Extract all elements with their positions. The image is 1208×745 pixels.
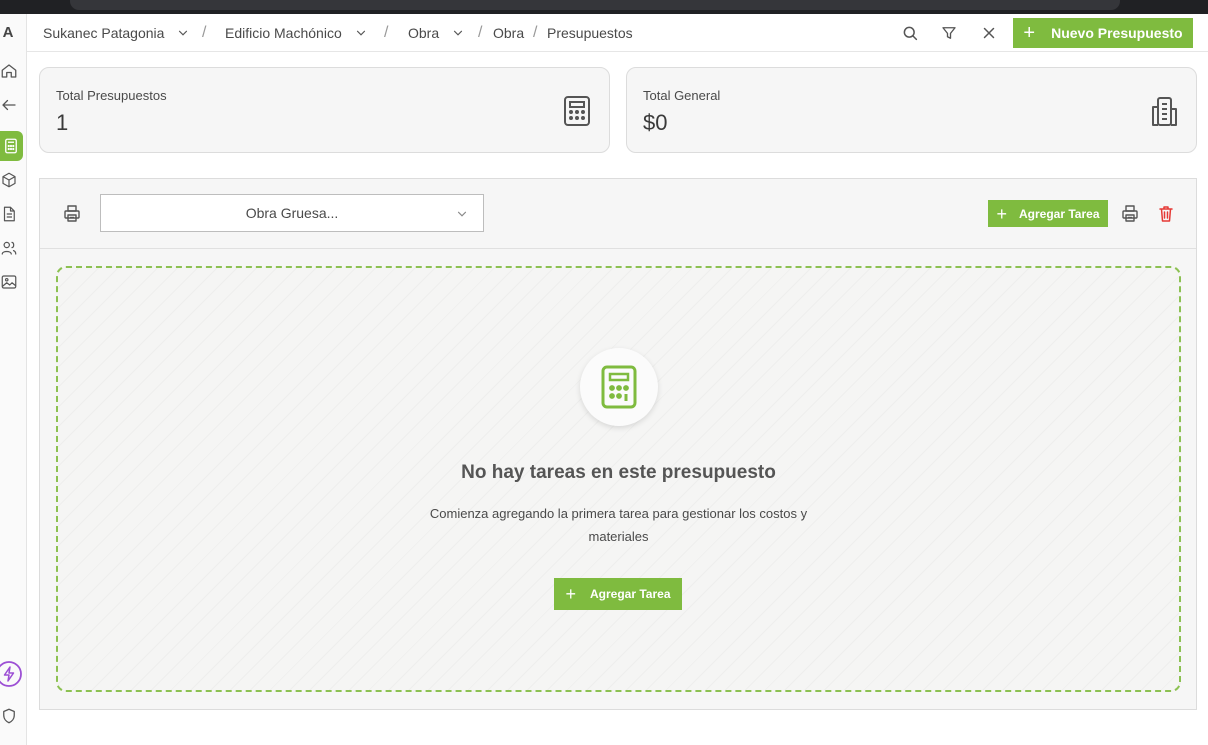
breadcrumb-company-label: Sukanec Patagonia	[43, 25, 165, 41]
sidebar: A	[0, 14, 27, 745]
app-logo[interactable]: A	[0, 24, 16, 41]
plus-icon: +	[1023, 22, 1036, 44]
chevron-down-icon	[457, 211, 467, 217]
add-task-label: Agregar Tarea	[1019, 206, 1100, 221]
lightning-icon[interactable]	[0, 659, 24, 689]
budget-select-value: Obra Gruesa...	[245, 205, 339, 221]
image-icon[interactable]	[0, 269, 22, 295]
print-icon[interactable]	[1122, 205, 1138, 222]
breadcrumb-project-label: Obra	[408, 25, 440, 41]
total-general-card: Total General $0	[626, 67, 1197, 153]
total-general-value: $0	[643, 110, 668, 135]
calculator-icon	[564, 96, 590, 126]
add-task-button[interactable]: + Agregar Tarea	[988, 200, 1108, 227]
trash-icon[interactable]	[1158, 205, 1174, 222]
top-header: Sukanec Patagonia / Edificio Machónico /…	[27, 14, 1208, 52]
home-icon[interactable]	[0, 58, 22, 84]
calculator-icon[interactable]	[0, 131, 23, 161]
chevron-down-icon	[454, 30, 463, 36]
browser-chrome	[0, 0, 1208, 14]
building-icon	[1152, 97, 1177, 126]
breadcrumb-separator: /	[202, 24, 207, 41]
new-budget-button[interactable]: + Nuevo Presupuesto	[1013, 18, 1193, 48]
plus-icon: +	[565, 584, 577, 604]
users-icon[interactable]	[0, 235, 22, 261]
empty-state-add-task-button[interactable]: + Agregar Tarea	[554, 578, 682, 610]
budget-toolbar: Obra Gruesa... + Agregar Tarea	[40, 179, 1196, 249]
breadcrumb-separator: /	[384, 24, 389, 41]
breadcrumb-company[interactable]: Sukanec Patagonia	[43, 14, 190, 52]
calculator-icon	[601, 365, 637, 409]
plus-icon: +	[996, 203, 1008, 224]
breadcrumb-building[interactable]: Edificio Machónico	[225, 14, 368, 52]
new-budget-label: Nuevo Presupuesto	[1051, 25, 1183, 41]
document-icon[interactable]	[0, 201, 22, 227]
shield-icon[interactable]	[0, 703, 22, 729]
total-budgets-card: Total Presupuestos 1	[39, 67, 610, 153]
filter-icon[interactable]	[940, 24, 958, 42]
budget-select[interactable]: Obra Gruesa...	[100, 194, 484, 232]
empty-state: No hay tareas en este presupuesto Comien…	[56, 266, 1181, 692]
total-budgets-value: 1	[56, 110, 69, 135]
breadcrumb-section[interactable]: Obra	[493, 14, 524, 52]
print-icon[interactable]	[64, 205, 80, 222]
box-icon[interactable]	[0, 167, 22, 193]
budget-panel: Obra Gruesa... + Agregar Tarea No hay ta…	[39, 178, 1197, 710]
back-arrow-icon[interactable]	[0, 92, 22, 118]
breadcrumb-page: Presupuestos	[547, 25, 633, 41]
total-budgets-label: Total Presupuestos	[56, 88, 167, 103]
chevron-down-icon	[356, 30, 365, 36]
empty-state-description: Comienza agregando la primera tarea para…	[429, 506, 808, 544]
empty-state-add-task-label: Agregar Tarea	[590, 587, 671, 601]
breadcrumb-project[interactable]: Obra	[408, 14, 465, 52]
breadcrumb-separator: /	[533, 24, 538, 41]
address-bar[interactable]	[70, 0, 1120, 10]
chevron-down-icon	[179, 30, 188, 36]
breadcrumb-separator: /	[478, 24, 483, 41]
total-general-label: Total General	[643, 88, 721, 103]
empty-state-badge	[580, 348, 658, 426]
empty-state-title: No hay tareas en este presupuesto	[461, 462, 776, 483]
close-icon[interactable]	[980, 24, 998, 42]
breadcrumb-building-label: Edificio Machónico	[225, 25, 342, 41]
search-icon[interactable]	[901, 24, 919, 42]
